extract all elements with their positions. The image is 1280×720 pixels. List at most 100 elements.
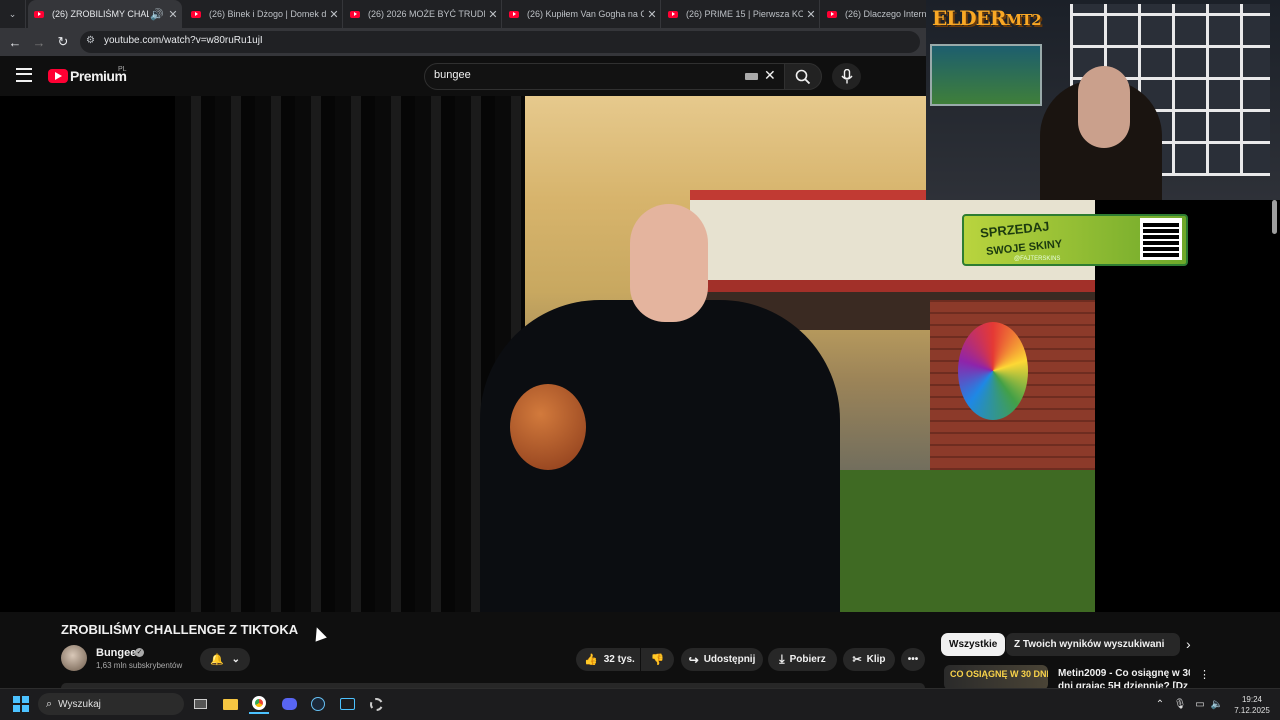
tab-4[interactable]: (26) Kupiłem Van Gogha na Ch ✕: [503, 0, 661, 28]
page-scrollbar[interactable]: [1272, 200, 1277, 234]
youtube-favicon-icon: [350, 10, 360, 18]
chevron-up-icon[interactable]: ⌃: [1150, 694, 1170, 714]
youtube-logo-icon[interactable]: [48, 69, 68, 83]
video-scene-prize-wheel: [958, 322, 1028, 420]
speaker-icon[interactable]: 🔊: [149, 8, 165, 21]
video-scene-head: [630, 204, 708, 322]
subscribe-bell-button[interactable]: 🔔 ⌄: [200, 648, 250, 671]
tab-search-button[interactable]: ⌄: [0, 0, 26, 28]
promo-line2: SWOJE SKINY: [985, 238, 1063, 258]
tab-2[interactable]: (26) Binek i Dżogo | Domek dla ✕: [185, 0, 343, 28]
tab-title: (26) Binek i Dżogo | Domek dla: [209, 9, 326, 19]
search-box[interactable]: [424, 63, 788, 90]
suggestion-title-line1[interactable]: Metin2009 - Co osiągnę w 30: [1058, 668, 1190, 679]
download-icon: ⤓: [779, 652, 785, 666]
tab-title: (26) PRIME 15 | Pierwsza KONF: [686, 9, 803, 19]
settings-app-icon[interactable]: [366, 694, 386, 714]
discord-icon[interactable]: [279, 694, 299, 714]
scissors-icon: ✂: [852, 654, 862, 666]
clear-search-icon[interactable]: ✕: [764, 67, 776, 84]
suggestion-title-line2[interactable]: dni grając 5H dziennie? [Dzień: [1058, 681, 1188, 688]
voice-search-button[interactable]: [832, 63, 861, 90]
search-icon: [795, 69, 811, 84]
share-label: Udostępnij: [703, 654, 756, 665]
clip-button[interactable]: ✂ Klip: [843, 648, 895, 671]
keyboard-icon[interactable]: [745, 73, 758, 80]
promo-handle: @FAJTERSKINS: [1014, 256, 1061, 262]
microphone-tray-icon[interactable]: 🎙: [1170, 694, 1190, 714]
chevron-right-icon[interactable]: ›: [1186, 636, 1191, 652]
tab-close-icon[interactable]: ✕: [326, 8, 342, 21]
stream-brand-logo: ELDERMT2: [932, 6, 1042, 30]
verified-icon: ✓: [135, 648, 144, 657]
youtube-favicon-icon: [34, 10, 44, 18]
tab-6[interactable]: (26) Dlaczego Internet Z: [821, 0, 927, 28]
back-icon[interactable]: ←: [3, 30, 27, 54]
video-scene-curtain: [175, 96, 525, 612]
taskbar-clock[interactable]: 19:24 7.12.2025: [1232, 694, 1272, 716]
tab-title: (26) Kupiłem Van Gogha na Ch: [527, 9, 644, 19]
youtube-favicon-icon: [509, 10, 519, 18]
windows-start-icon[interactable]: [13, 696, 29, 712]
youtube-favicon-icon: [191, 10, 201, 18]
url-text[interactable]: youtube.com/watch?v=w80ruRu1ujI: [104, 35, 263, 46]
qr-code-icon: [1140, 218, 1182, 260]
chip-partial[interactable]: [1164, 633, 1180, 656]
tab-close-icon[interactable]: ✕: [165, 8, 181, 21]
channel-name[interactable]: Bungee: [96, 647, 136, 659]
like-count: 32 tys.: [603, 654, 635, 665]
task-view-icon[interactable]: [190, 694, 210, 714]
file-explorer-icon[interactable]: [220, 694, 240, 714]
suggestion-more-icon[interactable]: ⋮: [1199, 668, 1210, 681]
forward-icon[interactable]: →: [27, 30, 51, 54]
chevron-down-icon: ⌄: [231, 654, 241, 665]
share-icon: ↪: [688, 652, 699, 667]
search-icon: ⌕: [46, 697, 53, 710]
volume-icon[interactable]: 🔈: [1207, 694, 1227, 714]
more-actions-button[interactable]: •••: [901, 648, 925, 671]
video-scene-basketball: [510, 384, 586, 470]
tab-title: (26) Dlaczego Internet Z: [845, 9, 926, 19]
youtube-favicon-icon: [668, 10, 678, 18]
suggestion-thumbnail[interactable]: CO OSIĄGNĘ W 30 DNI: [944, 665, 1048, 690]
chip-all[interactable]: Wszystkie: [941, 633, 1006, 656]
dislike-button[interactable]: 👎: [641, 648, 674, 671]
thumbnail-text: CO OSIĄGNĘ W 30 DNI: [950, 669, 1048, 679]
tab-close-icon[interactable]: ✕: [485, 8, 501, 21]
download-button[interactable]: ⤓ Pobierz: [768, 648, 837, 671]
tab-active[interactable]: (26) ZROBILIŚMY CHALLENGE Z TIKTOKA 🔊 ✕: [28, 0, 182, 28]
taskbar-search[interactable]: ⌕ Wyszukaj: [38, 693, 184, 715]
taskbar-search-placeholder: Wyszukaj: [58, 698, 101, 710]
mouse-cursor-icon: [311, 625, 327, 642]
tab-3[interactable]: (26) 2026 MOŻE BYĆ TRUDNY ✕: [344, 0, 502, 28]
subscriber-count: 1,63 mln subskrybentów: [96, 661, 183, 670]
menu-icon[interactable]: [16, 68, 32, 82]
chip-from-search[interactable]: Z Twoich wyników wyszukiwania: [1006, 633, 1178, 656]
channel-avatar[interactable]: [61, 645, 87, 671]
bell-icon: 🔔: [209, 654, 224, 666]
thumbs-down-icon: 👎: [650, 654, 665, 666]
search-button[interactable]: [784, 63, 822, 90]
share-button[interactable]: ↪ Udostępnij: [681, 648, 763, 671]
site-info-icon[interactable]: ⚙: [86, 35, 95, 46]
app-icon[interactable]: [337, 694, 357, 714]
download-label: Pobierz: [789, 654, 826, 665]
steam-icon[interactable]: [308, 694, 328, 714]
webcam-aquarium: [930, 44, 1042, 106]
chevron-down-icon: ⌄: [8, 8, 17, 19]
tab-close-icon[interactable]: ✕: [644, 8, 660, 21]
microphone-icon: [840, 69, 853, 84]
promo-line1: SPRZEDAJ: [979, 218, 1050, 241]
like-button[interactable]: 👍 32 tys.: [576, 648, 640, 671]
tab-close-icon[interactable]: ✕: [803, 8, 819, 21]
clock-time: 19:24: [1241, 695, 1263, 704]
reload-icon[interactable]: ↻: [51, 30, 75, 54]
video-title: ZROBILIŚMY CHALLENGE Z TIKTOKA: [61, 622, 299, 637]
more-icon: •••: [907, 654, 919, 665]
tab-5[interactable]: (26) PRIME 15 | Pierwsza KONF ✕: [662, 0, 820, 28]
clip-label: Klip: [866, 654, 886, 665]
logo-region: PL: [118, 66, 127, 73]
thumbs-up-icon: 👍: [584, 654, 598, 666]
chrome-icon[interactable]: [249, 694, 269, 714]
search-input[interactable]: bungee: [434, 69, 471, 81]
